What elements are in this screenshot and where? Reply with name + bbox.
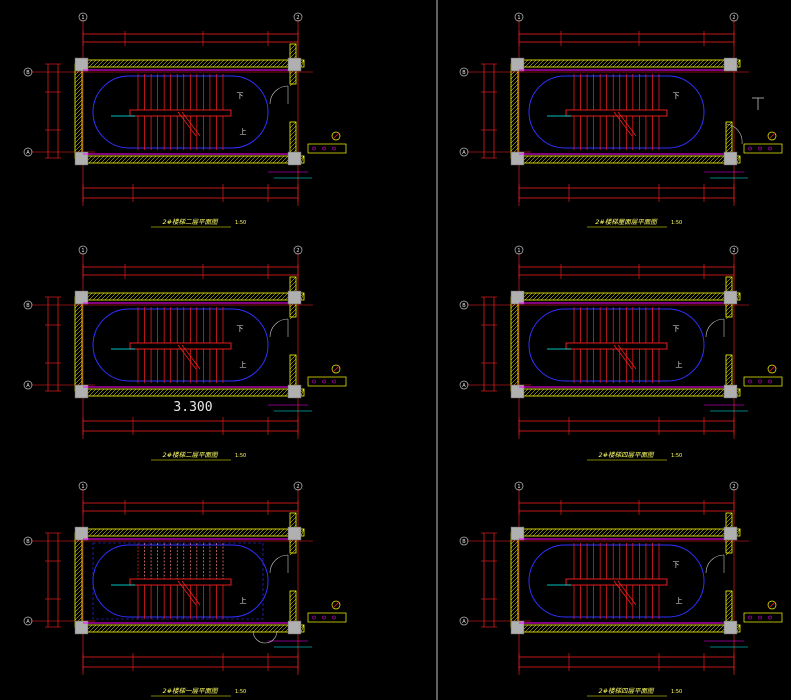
structural-column (287, 384, 302, 399)
grid-bubble-a-label: A (462, 150, 466, 156)
structural-column (287, 526, 302, 541)
drawing-scale: 1:50 (235, 220, 246, 226)
structural-column (723, 620, 738, 635)
stair-up-label: 上 (240, 360, 247, 369)
grid-bubble-1-label: 1 (81, 484, 84, 490)
structural-column (74, 57, 89, 72)
elevation-note: 3.300 (173, 400, 212, 415)
grid-bubble-2-label: 2 (732, 15, 735, 21)
structural-column (723, 526, 738, 541)
structural-column (287, 290, 302, 305)
structural-column (287, 151, 302, 166)
structural-column (287, 57, 302, 72)
drawing-scale: 1:50 (235, 689, 246, 695)
background (0, 0, 791, 700)
grid-bubble-2-label: 2 (732, 248, 735, 254)
structural-column (723, 290, 738, 305)
stair-down-label: 下 (673, 561, 680, 569)
drawing-title: 2#楼梯四层平面图 (598, 451, 655, 459)
stair-up-label: 上 (240, 127, 247, 136)
grid-bubble-1-label: 1 (81, 15, 84, 21)
grid-bubble-b-label: B (26, 70, 30, 76)
drawing-scale: 1:50 (671, 220, 682, 226)
grid-bubble-2-label: 2 (296, 15, 299, 21)
structural-column (723, 384, 738, 399)
drawing-scale: 1:50 (671, 453, 682, 459)
grid-bubble-a-label: A (26, 150, 30, 156)
grid-bubble-b-label: B (462, 303, 466, 309)
grid-bubble-a-label: A (462, 619, 466, 625)
grid-bubble-1-label: 1 (81, 248, 84, 254)
grid-bubble-2-label: 2 (296, 248, 299, 254)
stair-down-label: 下 (237, 92, 244, 100)
grid-bubble-1-label: 1 (517, 15, 520, 21)
structural-column (74, 526, 89, 541)
drawing-scale: 1:50 (671, 689, 682, 695)
grid-bubble-b-label: B (26, 303, 30, 309)
structural-column (723, 151, 738, 166)
grid-bubble-1-label: 1 (517, 484, 520, 490)
drawing-title: 2#楼梯四层平面图 (598, 687, 655, 695)
structural-column (723, 57, 738, 72)
grid-bubble-1-label: 1 (517, 248, 520, 254)
stair-up-label: 上 (676, 360, 683, 369)
drawing-title: 2#楼梯屋面层平面图 (595, 218, 658, 226)
grid-bubble-2-label: 2 (296, 484, 299, 490)
grid-bubble-a-label: A (26, 383, 30, 389)
stair-down-label: 下 (673, 92, 680, 100)
structural-column (510, 57, 525, 72)
stair-up-label: 上 (240, 596, 247, 605)
stair-down-label: 下 (673, 325, 680, 333)
drawing-title: 2#楼梯一层平面图 (162, 687, 219, 695)
structural-column (510, 290, 525, 305)
drawing-title: 2#楼梯二层平面图 (162, 218, 219, 226)
stair-down-label: 下 (237, 325, 244, 333)
grid-bubble-b-label: B (462, 539, 466, 545)
drawing-scale: 1:50 (235, 453, 246, 459)
structural-column (510, 526, 525, 541)
grid-bubble-a-label: A (462, 383, 466, 389)
grid-bubble-2-label: 2 (732, 484, 735, 490)
structural-column (287, 620, 302, 635)
structural-column (74, 290, 89, 305)
cad-drawing-canvas: 1 2BA下上2#楼梯二层平面图 1:501 2BA下2#楼梯屋面层平面图 1:501 2… (0, 0, 791, 700)
grid-bubble-b-label: B (26, 539, 30, 545)
grid-bubble-b-label: B (462, 70, 466, 76)
drawing-title: 2#楼梯二层平面图 (162, 451, 219, 459)
grid-bubble-a-label: A (26, 619, 30, 625)
stair-up-label: 上 (676, 596, 683, 605)
